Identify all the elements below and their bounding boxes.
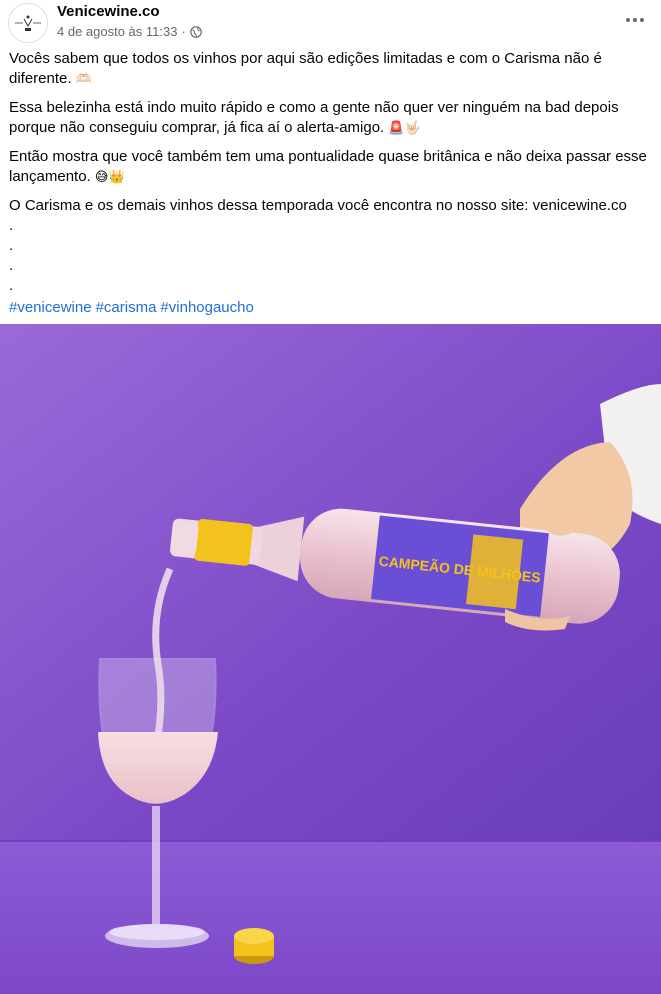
emoji-smile-crown: 😅👑 — [94, 170, 125, 185]
avatar[interactable] — [8, 3, 48, 43]
dot-line: . — [9, 257, 14, 274]
post-paragraph: Vocês sabem que todos os vinhos por aqui… — [9, 49, 649, 90]
post-timestamp[interactable]: 4 de agosto às 11:33 — [57, 24, 177, 39]
hashtag-link[interactable]: #carisma — [96, 299, 157, 316]
post-meta: 4 de agosto às 11:33 · — [57, 24, 202, 39]
bottle-cap-on-table — [234, 928, 274, 964]
page-name[interactable]: Venicewine.co — [57, 3, 160, 20]
dot-line: . — [9, 217, 14, 234]
post-photo[interactable]: CAMPEÃO DE MILHÕES — [0, 324, 661, 994]
wine-pouring-illustration: CAMPEÃO DE MILHÕES — [0, 324, 661, 994]
post-body: Vocês sabem que todos os vinhos por aqui… — [9, 49, 649, 318]
venicewine-logo — [9, 4, 47, 42]
paragraph-text: Essa belezinha está indo muito rápido e … — [9, 99, 619, 136]
emoji-hands-heart: 🫶🏻 — [75, 72, 92, 87]
table-surface — [0, 840, 661, 994]
dot-line: . — [9, 277, 14, 294]
dot-lines: . . . . — [9, 216, 649, 296]
hashtag-link[interactable]: #venicewine — [9, 299, 92, 316]
hashtag-link[interactable]: #vinhogaucho — [160, 299, 253, 316]
paragraph-text: Vocês sabem que todos os vinhos por aqui… — [9, 50, 602, 87]
post-paragraph: O Carisma e os demais vinhos dessa tempo… — [9, 196, 649, 216]
post-paragraph: Essa belezinha está indo muito rápido e … — [9, 98, 649, 139]
paragraph-text: O Carisma e os demais vinhos dessa tempo… — [9, 197, 627, 214]
more-options-icon[interactable] — [619, 6, 651, 34]
post-header: Venicewine.co 4 de agosto às 11:33 · — [0, 0, 661, 44]
facebook-post: Venicewine.co 4 de agosto às 11:33 · Voc… — [0, 0, 661, 994]
post-paragraph: Então mostra que você também tem uma pon… — [9, 147, 649, 188]
meta-separator: · — [181, 24, 186, 39]
hashtags: #venicewine #carisma #vinhogaucho — [9, 298, 649, 318]
globe-icon — [190, 25, 202, 38]
emoji-siren-rock: 🚨🤟🏻 — [388, 121, 421, 136]
bottle-cap — [194, 518, 253, 566]
dot-line: . — [9, 237, 14, 254]
